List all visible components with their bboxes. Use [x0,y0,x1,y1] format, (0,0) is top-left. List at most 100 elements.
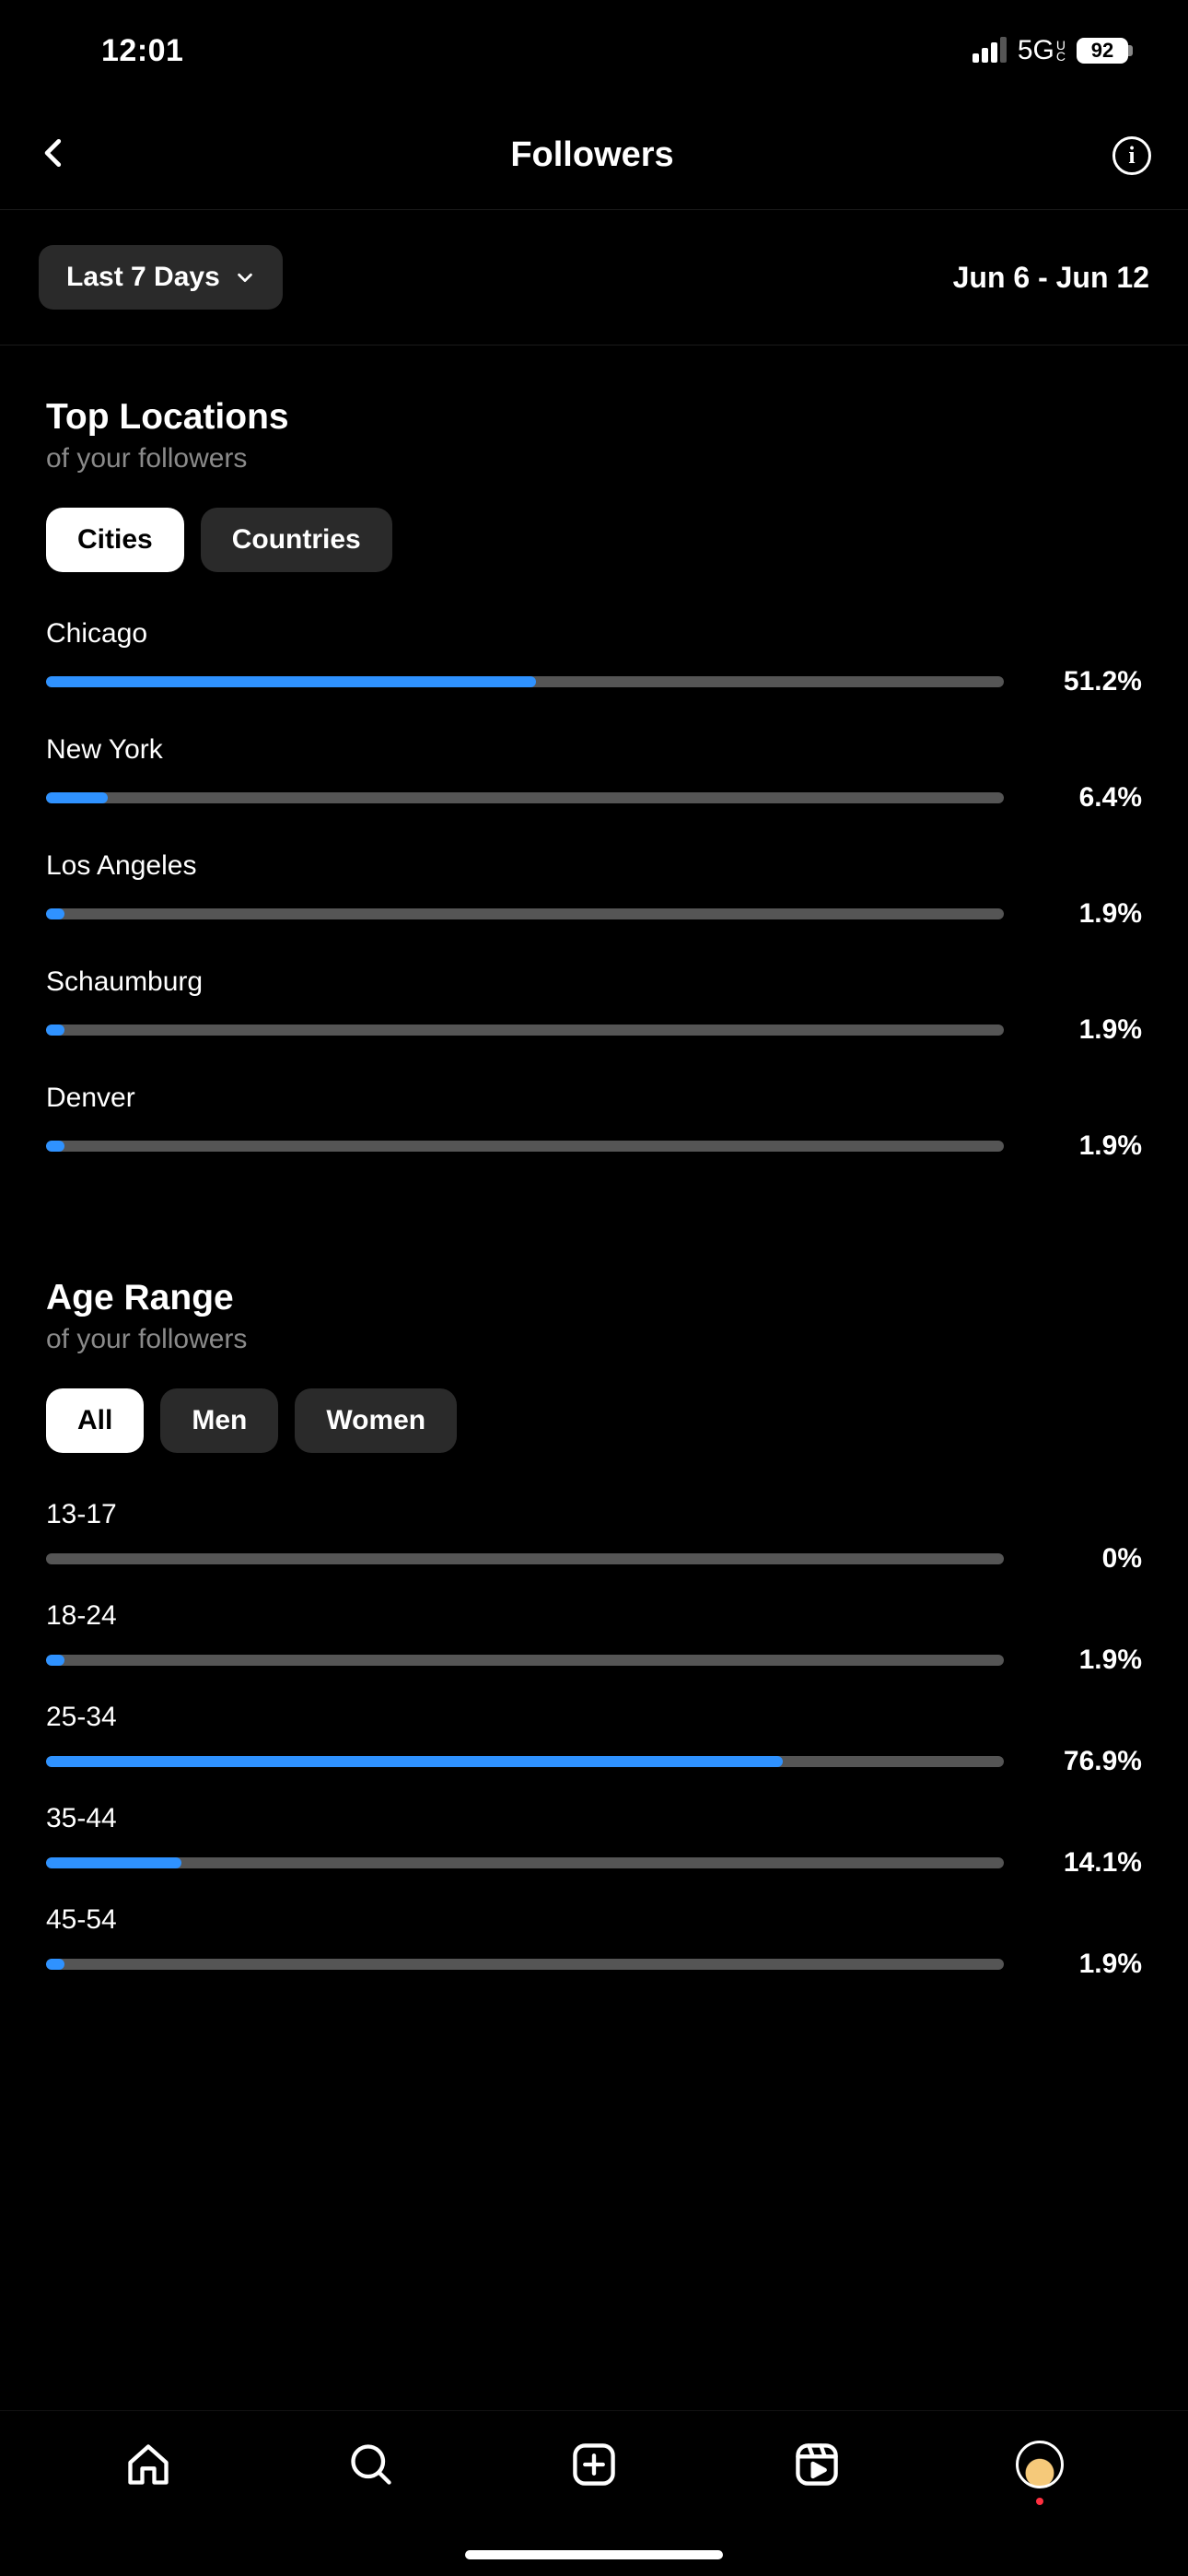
bar-line: 76.9% [46,1746,1142,1777]
bar-line: 51.2% [46,666,1142,697]
notification-dot-icon [1036,2498,1043,2505]
top-locations-section: Top Locations of your followers Cities C… [0,345,1188,1162]
bar-line: 1.9% [46,1949,1142,1980]
age-range-section: Age Range of your followers All Men Wome… [0,1199,1188,1980]
bar-row: 13-17 0% [46,1499,1142,1575]
bar-label: 35-44 [46,1803,1142,1834]
bar-value: 51.2% [1041,666,1142,697]
tab-cities[interactable]: Cities [46,508,184,572]
bar-value: 76.9% [1041,1746,1142,1777]
bar-line: 1.9% [46,898,1142,930]
bar-line: 0% [46,1543,1142,1575]
section-subtitle: of your followers [46,443,1142,474]
back-button[interactable] [37,135,72,175]
search-icon [347,2441,395,2488]
bar-track [46,1141,1004,1152]
bar-track [46,792,1004,803]
bar-line: 14.1% [46,1847,1142,1879]
bar-row: 45-54 1.9% [46,1904,1142,1980]
bar-track [46,676,1004,687]
info-button[interactable]: i [1112,136,1151,175]
bar-line: 1.9% [46,1645,1142,1676]
status-bar: 12:01 5G UC 92 [0,0,1188,101]
page-title: Followers [510,135,673,175]
bar-line: 1.9% [46,1130,1142,1162]
nav-bar: Followers i [0,101,1188,210]
section-subtitle: of your followers [46,1324,1142,1355]
avatar-icon [1016,2441,1064,2488]
bar-fill [46,1025,64,1036]
tab-search[interactable] [344,2437,399,2492]
info-icon: i [1128,142,1135,170]
bar-fill [46,1756,783,1767]
tab-countries[interactable]: Countries [201,508,392,572]
bar-label: New York [46,734,1142,766]
bar-row: 25-34 76.9% [46,1702,1142,1777]
chevron-down-icon [235,267,255,287]
bar-fill [46,1141,64,1152]
tab-create[interactable] [566,2437,622,2492]
bar-track [46,908,1004,919]
tab-profile[interactable] [1012,2437,1067,2492]
bar-line: 1.9% [46,1014,1142,1046]
bar-row: Schaumburg 1.9% [46,966,1142,1046]
bar-fill [46,908,64,919]
bar-line: 6.4% [46,782,1142,814]
status-right: 5G UC 92 [973,35,1133,66]
bar-label: Los Angeles [46,850,1142,882]
bar-row: 35-44 14.1% [46,1803,1142,1879]
bar-value: 1.9% [1041,898,1142,930]
bar-track [46,1959,1004,1970]
bar-fill [46,1857,181,1868]
battery-level: 92 [1077,38,1128,64]
bar-row: Los Angeles 1.9% [46,850,1142,930]
section-title: Top Locations [46,397,1142,438]
bar-row: New York 6.4% [46,734,1142,814]
bar-track [46,1857,1004,1868]
bar-label: 25-34 [46,1702,1142,1733]
bar-value: 1.9% [1041,1130,1142,1162]
locations-chart: Chicago51.2%New York6.4%Los Angeles1.9%S… [46,618,1142,1162]
bar-track [46,1553,1004,1564]
bar-label: 13-17 [46,1499,1142,1530]
bar-label: Chicago [46,618,1142,650]
locations-tabs: Cities Countries [46,508,1142,572]
date-range-dropdown[interactable]: Last 7 Days [39,245,283,310]
bar-value: 0% [1041,1543,1142,1575]
tab-home[interactable] [121,2437,176,2492]
tab-all[interactable]: All [46,1388,144,1453]
bar-label: 45-54 [46,1904,1142,1936]
home-indicator [465,2550,723,2559]
tab-men[interactable]: Men [160,1388,278,1453]
bar-row: 18-24 1.9% [46,1600,1142,1676]
bar-row: Chicago 51.2% [46,618,1142,697]
bar-fill [46,1655,64,1666]
plus-square-icon [570,2441,618,2488]
date-range-label: Last 7 Days [66,262,220,293]
age-chart: 13-17 0% 18-24 1.9% 25-34 76.9% 35-44 14.1% 45-5… [46,1499,1142,1980]
home-icon [124,2441,172,2488]
tab-reels[interactable] [789,2437,844,2492]
bar-value: 1.9% [1041,1645,1142,1676]
tab-women[interactable]: Women [295,1388,457,1453]
bar-fill [46,1959,64,1970]
age-tabs: All Men Women [46,1388,1142,1453]
bar-fill [46,792,108,803]
bar-track [46,1025,1004,1036]
bar-track [46,1756,1004,1767]
bar-label: Schaumburg [46,966,1142,998]
status-time: 12:01 [0,33,183,69]
filter-row: Last 7 Days Jun 6 - Jun 12 [0,210,1188,345]
network-label: 5G UC [1018,35,1066,66]
bar-label: 18-24 [46,1600,1142,1632]
cellular-signal-icon [973,39,1007,63]
bar-label: Denver [46,1083,1142,1114]
battery-icon: 92 [1077,38,1133,64]
date-range-text: Jun 6 - Jun 12 [953,261,1149,295]
bar-value: 1.9% [1041,1014,1142,1046]
reels-icon [793,2441,841,2488]
bar-fill [46,676,536,687]
bar-track [46,1655,1004,1666]
bar-value: 14.1% [1041,1847,1142,1879]
bar-value: 1.9% [1041,1949,1142,1980]
